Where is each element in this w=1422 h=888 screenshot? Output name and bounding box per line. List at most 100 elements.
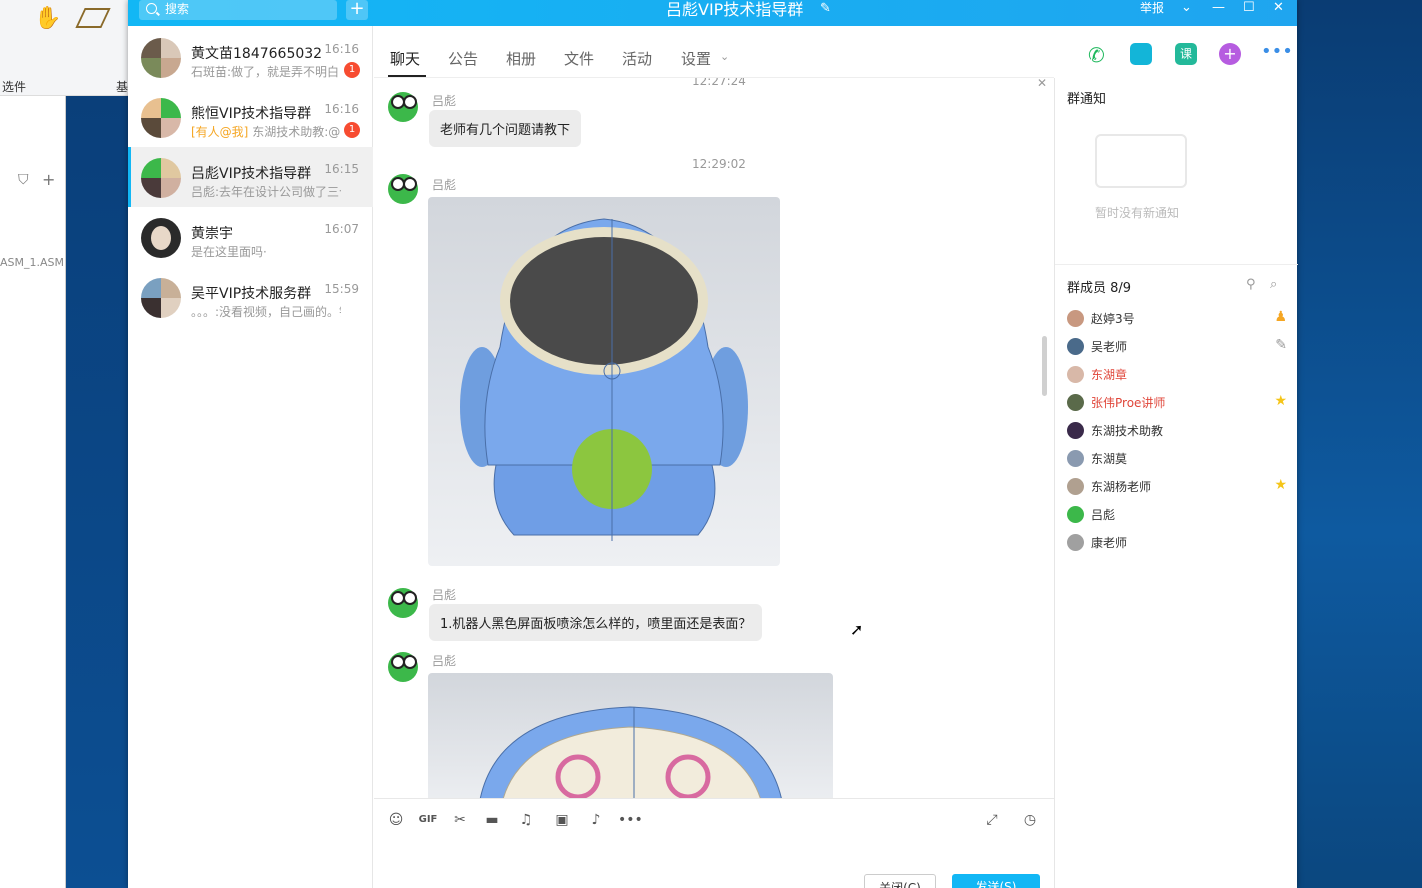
folder-icon[interactable]: ▬ xyxy=(482,810,502,830)
avatar[interactable] xyxy=(388,588,418,618)
edit-icon[interactable]: ✎ xyxy=(1275,337,1287,353)
class-icon[interactable]: 课 xyxy=(1175,43,1197,65)
timestamp: 12:29:02 xyxy=(692,157,746,171)
send-button[interactable]: 发送(S) xyxy=(952,874,1040,888)
search-placeholder: 搜索 xyxy=(165,2,190,16)
avatar xyxy=(1067,534,1084,551)
tab-settings[interactable]: 设置 xyxy=(681,48,711,69)
conversation-preview: 石斑苗:做了，就是弄不明白 xyxy=(191,65,340,79)
cad-toolbar: ✋ 选件 基 xyxy=(0,0,128,96)
tab-chat[interactable]: 聊天 xyxy=(390,48,420,69)
conversation-time: 16:16 xyxy=(324,102,359,116)
add-button[interactable]: + xyxy=(346,0,368,20)
filter-icon[interactable]: ⛉ xyxy=(18,172,29,188)
avatar xyxy=(1067,366,1084,383)
qq-window: 搜索 + 吕彪VIP技术指导群 ✎ 举报 ⌄ — ☐ ✕ 黄文苗18476650… xyxy=(128,0,1298,888)
tab-activity[interactable]: 活动 xyxy=(622,48,652,69)
parallelogram-tool-icon[interactable] xyxy=(75,8,111,28)
edit-title-icon[interactable]: ✎ xyxy=(820,1,831,16)
members-title: 群成员 8/9 xyxy=(1067,281,1132,296)
sender-name: 吕彪 xyxy=(432,178,457,192)
member-name: 吕彪 xyxy=(1091,508,1116,522)
member-item[interactable]: 康老师 xyxy=(1067,532,1287,554)
avatar xyxy=(1067,338,1084,355)
tab-files[interactable]: 文件 xyxy=(564,48,594,69)
conversation-name: 吕彪VIP技术指导群 xyxy=(191,166,312,182)
conversation-time: 16:15 xyxy=(324,162,359,176)
member-item[interactable]: 赵婷3号 ♟ xyxy=(1067,308,1287,330)
member-item[interactable]: 东湖技术助教 xyxy=(1067,420,1287,442)
chevron-down-icon[interactable]: ⌄ xyxy=(720,50,729,63)
input-toolbar-divider xyxy=(374,798,1054,799)
robot-image-back[interactable] xyxy=(428,673,833,798)
video-call-icon[interactable] xyxy=(1130,43,1152,65)
owner-icon: ♟ xyxy=(1274,309,1287,325)
avatar xyxy=(1067,422,1084,439)
cad-model-tree: ⛉ + ASM_1.ASM xyxy=(0,96,66,888)
member-name: 东湖技术助教 xyxy=(1091,424,1164,438)
report-link[interactable]: 举报 xyxy=(1140,0,1164,16)
notice-empty-text: 暂时没有新通知 xyxy=(1095,206,1180,220)
avatar[interactable] xyxy=(388,92,418,122)
add-app-icon[interactable]: + xyxy=(1219,43,1241,65)
music-icon[interactable]: ♫ xyxy=(516,810,536,830)
search-member-icon[interactable]: ⌕ xyxy=(1270,277,1277,292)
avatar xyxy=(1067,394,1084,411)
emoji-icon[interactable]: ☺ xyxy=(386,810,406,830)
preview-text: 东湖技术助教:@ xyxy=(252,125,341,139)
avatar xyxy=(1067,450,1084,467)
group-notice-title: 群通知 xyxy=(1067,92,1107,107)
more-tools-icon[interactable]: ••• xyxy=(618,810,643,830)
image-icon[interactable]: ▣ xyxy=(552,810,572,830)
mouse-cursor-icon: ➚ xyxy=(850,620,864,639)
message-scrollbar[interactable] xyxy=(1042,336,1047,396)
unread-badge: 1 xyxy=(344,62,360,78)
maximize-icon[interactable]: ☐ xyxy=(1243,0,1255,16)
conversation-item[interactable]: 吴平VIP技术服务群 15:59 。。。:没看视频，自己画的。错 xyxy=(128,267,373,327)
add-member-icon[interactable]: ⚲ xyxy=(1246,277,1256,292)
close-icon[interactable]: ✕ xyxy=(1273,0,1284,16)
avatar xyxy=(141,38,181,78)
bell-icon[interactable]: ♪ xyxy=(586,810,606,830)
close-button[interactable]: 关闭(C) xyxy=(864,874,936,888)
phone-call-icon[interactable]: ✆ xyxy=(1088,43,1110,67)
member-item[interactable]: 东湖杨老师 ★ xyxy=(1067,476,1287,498)
conversation-item-active[interactable]: 吕彪VIP技术指导群 16:15 吕彪:去年在设计公司做了三个月 xyxy=(128,147,373,207)
message-bubble: 老师有几个问题请教下 xyxy=(429,110,582,147)
conversation-item[interactable]: 黄文苗18476650320 16:16 石斑苗:做了，就是弄不明白 1 xyxy=(128,27,373,87)
member-item[interactable]: 东湖莫 xyxy=(1067,448,1287,470)
gif-icon[interactable]: GIF xyxy=(418,810,438,830)
search-icon xyxy=(146,3,157,14)
avatar[interactable] xyxy=(388,652,418,682)
more-icon[interactable]: ••• xyxy=(1261,43,1293,65)
cad-tab-base[interactable]: 基 xyxy=(116,78,128,95)
member-name: 赵婷3号 xyxy=(1091,312,1135,326)
avatar xyxy=(141,158,181,198)
minimize-icon[interactable]: — xyxy=(1212,0,1225,16)
robot-image-front[interactable] xyxy=(428,197,780,566)
avatar xyxy=(1067,310,1084,327)
conversation-name: 熊恒VIP技术指导群 xyxy=(191,106,312,122)
add-icon[interactable]: + xyxy=(42,170,55,189)
history-icon[interactable]: ◷ xyxy=(1020,810,1040,830)
search-input[interactable]: 搜索 xyxy=(139,0,337,20)
star-icon: ★ xyxy=(1274,477,1287,493)
hand-tool-icon[interactable]: ✋ xyxy=(34,6,61,31)
tab-announcement[interactable]: 公告 xyxy=(448,48,478,69)
screenshot-icon[interactable]: ✂ xyxy=(450,810,470,830)
expand-icon[interactable]: ⤢ xyxy=(982,810,1002,830)
member-item[interactable]: 吕彪 xyxy=(1067,504,1287,526)
conversation-name: 吴平VIP技术服务群 xyxy=(191,286,312,302)
chevron-down-icon[interactable]: ⌄ xyxy=(1181,0,1192,16)
cad-tab-options[interactable]: 选件 xyxy=(2,78,26,95)
conversation-item[interactable]: 黄崇宇 16:07 是在这里面吗· xyxy=(128,207,373,267)
member-item[interactable]: 吴老师 ✎ xyxy=(1067,336,1287,358)
tab-album[interactable]: 相册 xyxy=(506,48,536,69)
member-item[interactable]: 东湖章 xyxy=(1067,364,1287,386)
conversation-list: 黄文苗18476650320 16:16 石斑苗:做了，就是弄不明白 1 熊恒V… xyxy=(128,26,373,888)
member-item[interactable]: 张伟Proe讲师 ★ xyxy=(1067,392,1287,414)
close-icon[interactable]: ✕ xyxy=(1037,78,1047,90)
avatar[interactable] xyxy=(388,174,418,204)
conversation-item[interactable]: 熊恒VIP技术指导群 16:16 [有人@我] 东湖技术助教:@ 1 xyxy=(128,87,373,147)
sender-name: 吕彪 xyxy=(432,94,457,108)
